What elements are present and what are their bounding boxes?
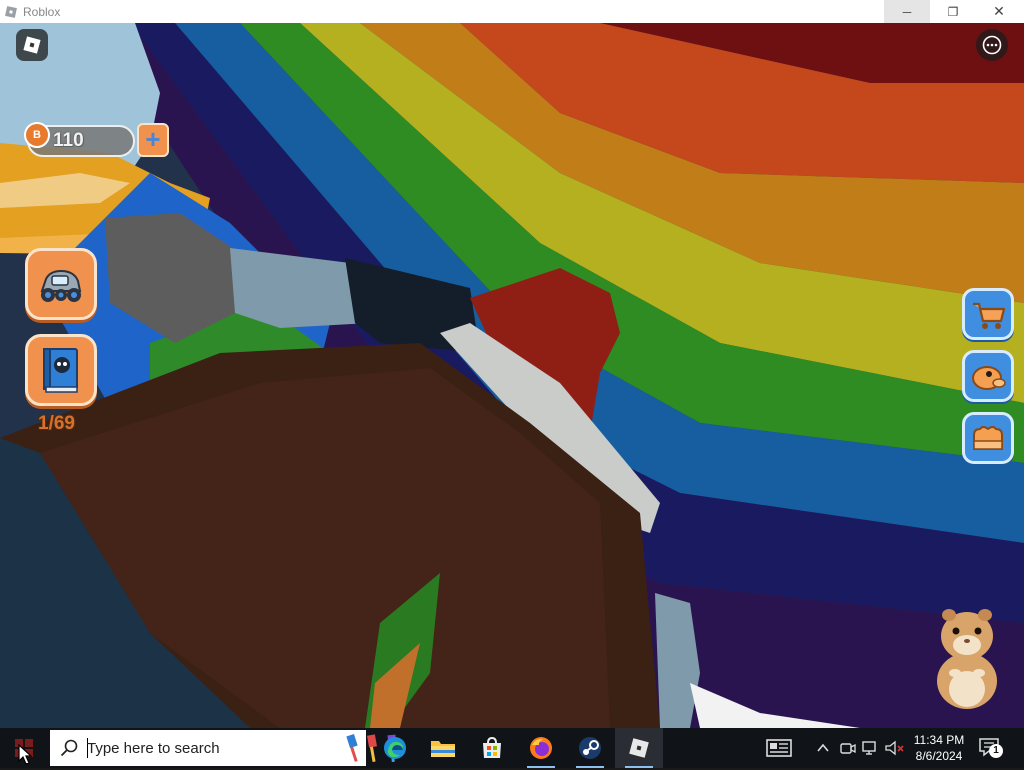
firefox-app[interactable] (517, 728, 565, 768)
shopping-cart-icon (973, 302, 1006, 329)
search-placeholder: Type here to search (87, 740, 220, 757)
restore-icon: ❐ (947, 4, 959, 19)
backpack-icon (973, 426, 1003, 450)
coin-icon: B (24, 122, 50, 148)
coin-amount: 110 (53, 130, 84, 151)
hamster-sticker (937, 609, 997, 709)
car-icon (40, 269, 82, 302)
shop-button[interactable] (962, 288, 1014, 340)
more-options-icon (982, 35, 1002, 55)
minimize-icon: ─ (902, 4, 912, 19)
pet-icon (972, 366, 1006, 390)
book-icon (43, 348, 78, 393)
maximize-button[interactable]: ❐ (930, 0, 976, 23)
game-viewport[interactable]: B 110 + 1/69 (0, 23, 1024, 728)
vehicle-button[interactable] (25, 248, 97, 320)
close-icon: ✕ (993, 3, 1005, 19)
window-title-bar: Roblox ─ ❐ ✕ (0, 0, 1024, 23)
edge-icon (384, 737, 406, 759)
roblox-logo-icon (23, 36, 41, 54)
folder-icon (431, 741, 455, 757)
roblox-app-icon (5, 5, 17, 18)
roblox-icon (629, 738, 649, 758)
pet-button[interactable] (962, 350, 1014, 402)
store-app[interactable] (468, 728, 516, 768)
file-explorer-app[interactable] (419, 728, 467, 768)
notification-badge: 1 (989, 744, 1003, 758)
steam-app[interactable] (566, 728, 614, 768)
window-title: Roblox (23, 4, 61, 19)
inventory-button[interactable] (962, 412, 1014, 464)
meet-now-icon[interactable] (840, 740, 856, 761)
clock-date: 8/6/2024 (915, 749, 963, 763)
news-widget-icon[interactable] (766, 738, 792, 763)
minimize-button[interactable]: ─ (884, 0, 930, 23)
close-button[interactable]: ✕ (976, 0, 1022, 23)
taskbar-clock[interactable]: 11:34 PM 8/6/2024 (906, 732, 972, 764)
roblox-menu-button[interactable] (16, 29, 48, 61)
edge-app[interactable] (371, 728, 419, 768)
collection-counter: 1/69 (38, 413, 75, 434)
roblox-app[interactable] (615, 728, 663, 768)
add-coins-button[interactable]: + (137, 123, 169, 157)
chevron-up-icon[interactable] (816, 741, 830, 760)
volume-muted-icon[interactable] (885, 740, 905, 761)
book-button[interactable] (25, 334, 97, 406)
taskbar-search-box[interactable]: Type here to search (50, 730, 397, 766)
more-options-button[interactable] (976, 29, 1008, 61)
search-icon (60, 739, 78, 762)
clock-time: 11:34 PM (913, 733, 965, 747)
coin-balance: B 110 (24, 122, 135, 157)
mouse-cursor-icon (18, 744, 32, 765)
network-icon[interactable] (862, 740, 880, 761)
store-icon (483, 736, 501, 758)
firefox-icon (530, 737, 552, 759)
notification-center-button[interactable]: 1 (978, 736, 1003, 763)
steam-icon (579, 737, 601, 759)
windows-taskbar: Type here to search 11:34 PM 8/6/2024 1 (0, 728, 1024, 768)
